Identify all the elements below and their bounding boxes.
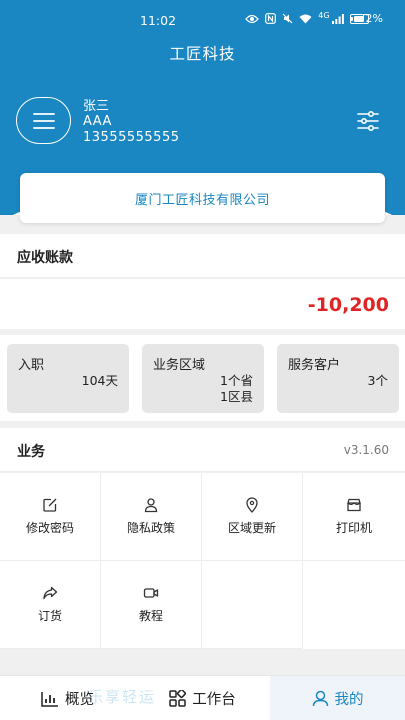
grid-item-label: 区域更新 <box>227 521 276 535</box>
version-label: v3.1.60 <box>343 443 389 457</box>
stat-title: 业务区域 <box>153 358 206 373</box>
grid-item-label: 教程 <box>138 609 163 623</box>
avatar[interactable] <box>16 97 71 144</box>
receivable-header: 应收账款 <box>0 234 405 278</box>
sliders-icon <box>357 110 379 132</box>
battery-icon <box>349 13 369 24</box>
change-password-button[interactable]: 修改密码 <box>0 473 101 561</box>
region-update-button[interactable]: 区域更新 <box>202 473 303 561</box>
eye-icon <box>245 14 260 23</box>
wifi-icon <box>299 14 312 23</box>
user-nickname: AAA <box>83 114 112 129</box>
tab-overview[interactable]: 概览 <box>0 676 135 720</box>
chart-icon <box>41 691 58 707</box>
stat-value: 1个省 1区县 <box>220 373 253 404</box>
stat-card-customers[interactable]: 服务客户 3个 <box>277 344 399 413</box>
status-bar: 11:02 4G 72% <box>0 0 405 40</box>
grid-item-label: 隐私政策 <box>126 521 175 535</box>
grid-item-label: 修改密码 <box>25 521 74 535</box>
order-button[interactable]: 订货 <box>0 561 101 649</box>
tab-label: 我的 <box>334 692 364 708</box>
stat-card-onboard[interactable]: 入职 104天 <box>7 344 129 413</box>
video-icon <box>143 588 159 598</box>
receivable-label: 应收账款 <box>17 250 73 266</box>
grid-item-label: 订货 <box>37 609 62 623</box>
printer-button[interactable]: 打印机 <box>303 473 405 561</box>
mute-icon <box>282 13 293 24</box>
company-card[interactable]: 厦门工匠科技有限公司 <box>20 173 385 223</box>
tab-label: 工作台 <box>192 692 236 708</box>
stat-value: 104天 <box>81 373 118 388</box>
tab-label: 概览 <box>65 692 94 708</box>
status-time: 11:02 <box>140 13 177 28</box>
page-title: 工匠科技 <box>169 45 236 63</box>
stat-card-region[interactable]: 业务区域 1个省 1区县 <box>142 344 264 413</box>
stat-title: 服务客户 <box>288 358 341 373</box>
signal-icon <box>331 13 344 24</box>
menu-icon <box>32 112 55 129</box>
grid-empty-cell <box>202 561 303 649</box>
printer-icon <box>347 498 361 512</box>
tab-workbench[interactable]: 工作台 <box>135 676 270 720</box>
user-icon <box>144 498 158 513</box>
privacy-policy-button[interactable]: 隐私政策 <box>101 473 202 561</box>
nfc-icon <box>265 13 277 24</box>
business-grid: 修改密码 隐私政策 区域更新 打印机 订货 教程 <box>0 473 405 649</box>
share-icon <box>43 586 58 600</box>
stats-row: 入职 104天 业务区域 1个省 1区县 服务客户 3个 <box>0 335 405 421</box>
grid-icon <box>169 690 187 707</box>
profile-icon <box>312 690 328 707</box>
receivable-amount: -10,200 <box>307 294 389 316</box>
stat-title: 入职 <box>18 358 45 373</box>
company-name: 厦门工匠科技有限公司 <box>134 192 270 208</box>
tutorial-button[interactable]: 教程 <box>101 561 202 649</box>
user-phone: 13555555555 <box>83 130 180 145</box>
stat-value: 3个 <box>367 373 388 388</box>
signal-label: 4G <box>318 11 330 20</box>
edit-icon <box>43 498 57 512</box>
business-header: 业务 v3.1.60 <box>0 428 405 472</box>
settings-button[interactable] <box>356 110 380 132</box>
location-icon <box>246 497 258 513</box>
tab-mine[interactable]: 我的 <box>270 676 405 720</box>
bottom-tab-bar: 概览 工作台 我的 <box>0 675 405 720</box>
business-label: 业务 <box>17 444 45 460</box>
grid-item-label: 打印机 <box>335 521 372 535</box>
user-name: 张三 <box>83 99 110 114</box>
receivable-amount-row[interactable]: -10,200 <box>0 279 405 329</box>
